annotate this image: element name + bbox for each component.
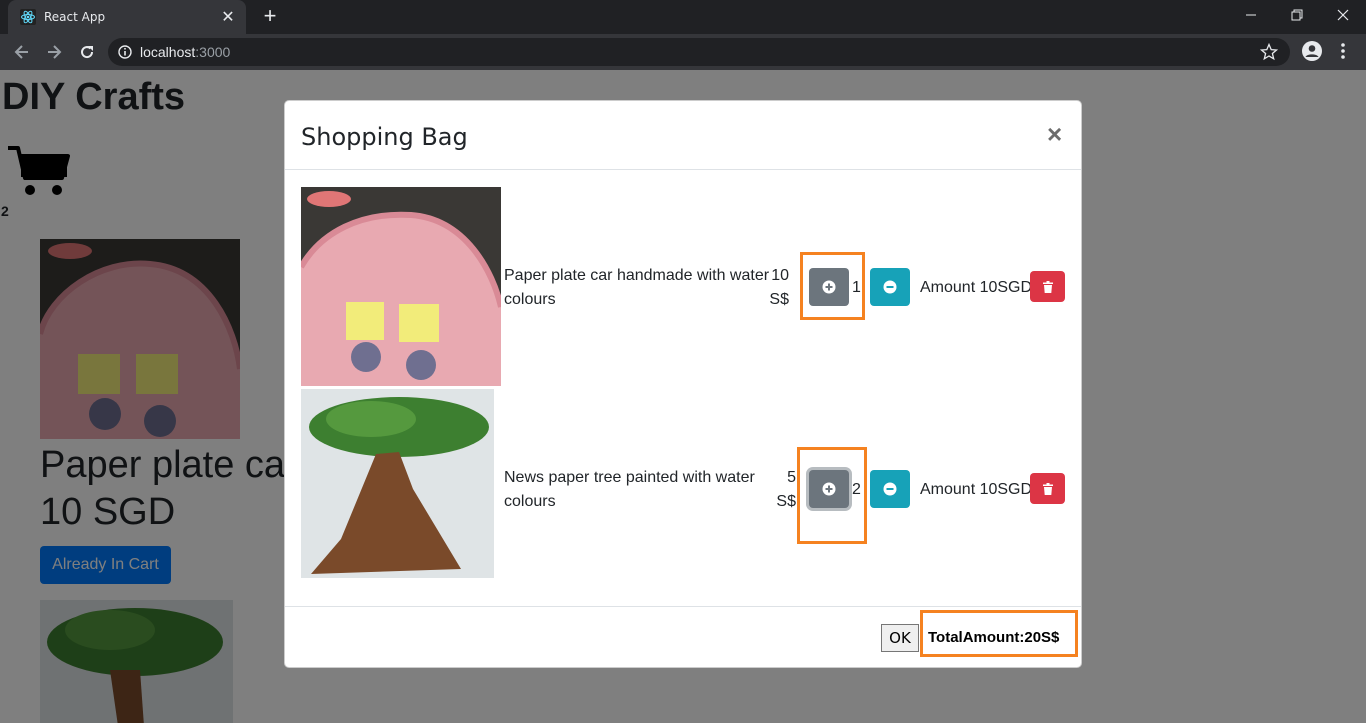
item-amount: Amount 10SGD <box>920 481 1033 498</box>
bookmark-star-icon[interactable] <box>1260 43 1278 61</box>
item-price: 5 S$ <box>766 466 796 514</box>
remove-item-button[interactable] <box>1030 473 1065 504</box>
remove-item-button[interactable] <box>1030 271 1065 302</box>
tab-close-icon[interactable]: ✕ <box>216 7 240 27</box>
minimize-icon[interactable] <box>1228 0 1274 30</box>
decrease-quantity-button[interactable] <box>870 470 910 508</box>
item-price: 10 S$ <box>759 264 789 312</box>
item-description: Paper plate car handmade with water colo… <box>504 267 770 308</box>
forward-arrow-icon[interactable] <box>42 40 66 64</box>
modal-close-icon[interactable]: × <box>1047 119 1062 150</box>
trash-icon <box>1042 280 1053 293</box>
url-port: :3000 <box>195 44 231 60</box>
item-price-value: 10 <box>771 267 789 284</box>
reload-icon[interactable] <box>75 40 99 64</box>
trash-icon <box>1042 482 1053 495</box>
restore-icon[interactable] <box>1274 0 1320 30</box>
modal-header: Shopping Bag × <box>285 101 1081 170</box>
url-host: localhost <box>140 44 196 60</box>
new-tab-icon[interactable]: + <box>258 5 282 29</box>
browser-titlebar: React App ✕ + <box>0 0 1366 34</box>
address-bar[interactable]: localhost:3000 <box>108 38 1290 66</box>
minus-circle-icon <box>883 482 897 496</box>
item-description: News paper tree painted with water colou… <box>504 469 755 510</box>
highlight-box <box>797 447 867 544</box>
highlight-box <box>920 610 1078 657</box>
browser-tab[interactable]: React App ✕ <box>8 0 246 34</box>
item-image-paper-plate-car <box>301 187 501 386</box>
browser-toolbar: localhost:3000 <box>0 34 1366 70</box>
minus-circle-icon <box>883 280 897 294</box>
tab-title: React App <box>44 10 106 24</box>
item-price-currency: S$ <box>769 291 789 308</box>
info-icon[interactable] <box>118 45 132 59</box>
item-price-value: 5 <box>787 469 796 486</box>
shopping-bag-modal: Shopping Bag × Paper plate car handmade … <box>284 100 1082 668</box>
cart-item-row: News paper tree painted with water colou… <box>301 389 1071 579</box>
cart-item-row: Paper plate car handmade with water colo… <box>301 187 1071 386</box>
menu-kebab-icon[interactable] <box>1336 40 1350 62</box>
item-amount: Amount 10SGD <box>920 279 1033 296</box>
window-close-icon[interactable] <box>1320 0 1366 30</box>
modal-title: Shopping Bag <box>301 123 468 151</box>
back-arrow-icon[interactable] <box>10 40 34 64</box>
ok-button[interactable]: OK <box>881 624 919 652</box>
decrease-quantity-button[interactable] <box>870 268 910 306</box>
account-icon[interactable] <box>1301 40 1323 62</box>
item-price-currency: S$ <box>776 493 796 510</box>
item-image-paper-tree <box>301 389 494 578</box>
react-logo-icon <box>20 9 36 25</box>
highlight-box <box>800 252 865 320</box>
